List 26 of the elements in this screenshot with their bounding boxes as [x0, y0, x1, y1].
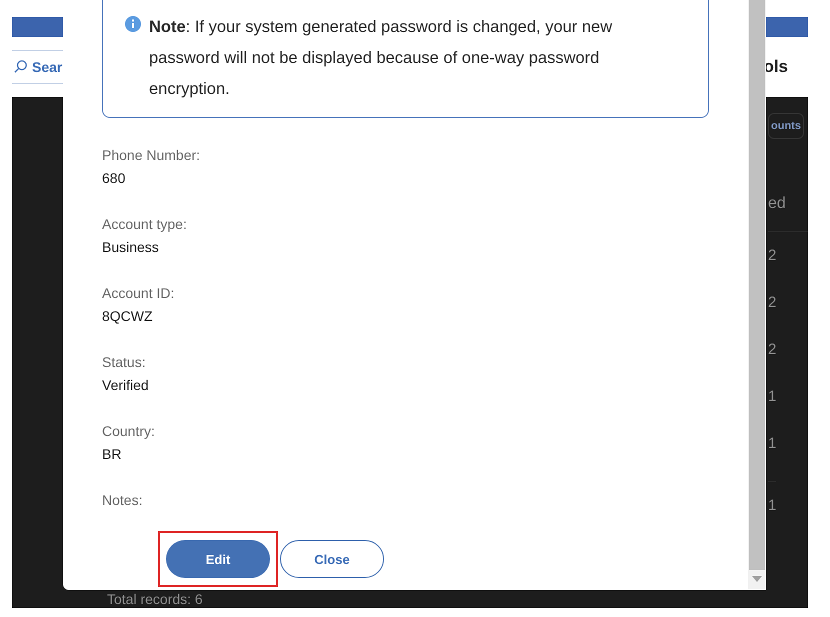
field-label: Notes:: [102, 491, 144, 509]
table-cell-text: 2: [768, 340, 776, 360]
records-count: Total records: 6: [107, 591, 203, 608]
column-header: ed: [768, 195, 808, 232]
field-label: Account type:: [102, 215, 188, 233]
note-text: Note: If your system generated password is changed, your new password will not be displayed because of one-way password encryption.: [149, 17, 614, 100]
field-value: Business: [102, 238, 160, 256]
field-value: 8QCWZ: [102, 307, 154, 325]
toolbar-button[interactable]: ounts: [768, 113, 804, 139]
field-value: BR: [102, 445, 122, 463]
edit-button[interactable]: Edit: [166, 540, 270, 578]
search-icon: [14, 59, 28, 75]
info-icon: [125, 16, 141, 32]
table-cell: 1: [768, 481, 776, 529]
table-cell-text: 2: [768, 246, 776, 266]
field-label: Country:: [102, 422, 156, 440]
field-label: Phone Number:: [102, 146, 202, 164]
scroll-down-icon[interactable]: [752, 576, 762, 582]
field-label: Status:: [102, 353, 147, 371]
field-value: 680: [102, 169, 126, 187]
field-value: Verified: [102, 376, 150, 394]
table-cell-text: 1: [768, 434, 776, 454]
table-cell-text: 2: [768, 293, 776, 313]
table-cell-text: 1: [768, 387, 776, 407]
field-label: Account ID:: [102, 284, 176, 302]
close-button[interactable]: Close: [280, 540, 384, 578]
